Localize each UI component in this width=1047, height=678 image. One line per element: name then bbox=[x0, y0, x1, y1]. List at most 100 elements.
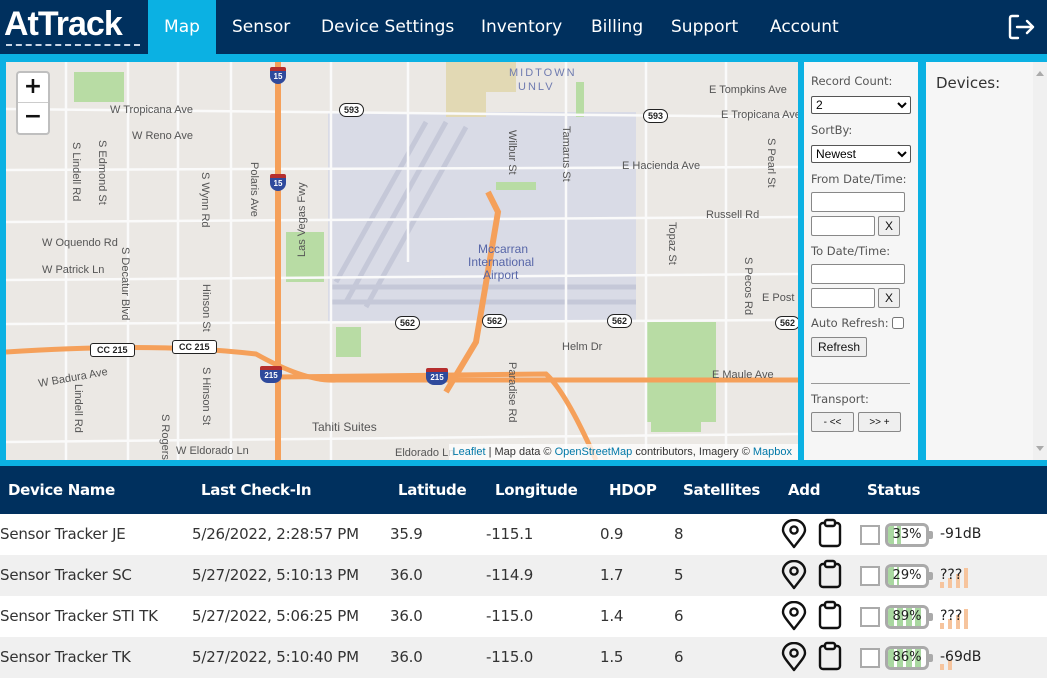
latitude: 36.0 bbox=[390, 607, 423, 625]
col-longitude[interactable]: Longitude bbox=[495, 466, 578, 514]
last-checkin: 5/27/2022, 5:10:13 PM bbox=[192, 566, 359, 584]
nav-account[interactable]: Account bbox=[754, 0, 855, 54]
battery-tip bbox=[929, 531, 933, 539]
map-label: S Pearl St bbox=[765, 138, 777, 188]
battery-level: 33% bbox=[892, 527, 922, 542]
clipboard-icon[interactable] bbox=[817, 600, 843, 630]
col-status: Status bbox=[867, 481, 921, 499]
clipboard-icon[interactable] bbox=[817, 518, 843, 548]
route-562-shield: 562 bbox=[775, 316, 798, 330]
battery-indicator: 89% bbox=[885, 605, 929, 629]
table-row[interactable]: Sensor Tracker JE 5/26/2022, 2:28:57 PM … bbox=[0, 514, 1047, 555]
mapbox-link[interactable]: Mapbox bbox=[753, 446, 792, 458]
nav-device-settings[interactable]: Device Settings bbox=[305, 0, 470, 54]
map-pin-icon[interactable] bbox=[780, 519, 808, 549]
signal-strength: -91dB bbox=[940, 526, 982, 542]
attrack-logo[interactable]: AtTrack bbox=[4, 6, 142, 48]
devices-scrollbar[interactable] bbox=[1033, 62, 1047, 460]
nav-inventory[interactable]: Inventory bbox=[465, 0, 578, 54]
auto-refresh-checkbox[interactable] bbox=[891, 317, 904, 329]
map-label: Hinson St bbox=[200, 284, 212, 332]
map-label: S Decatur Blvd bbox=[119, 247, 131, 321]
to-time-input[interactable] bbox=[811, 288, 875, 308]
logout-icon[interactable] bbox=[1007, 12, 1037, 42]
map-pin-icon[interactable] bbox=[780, 642, 808, 672]
map-label: UNLV bbox=[518, 81, 555, 93]
map-label: Polaris Ave bbox=[248, 162, 260, 217]
map-label: E Post Rd bbox=[762, 292, 798, 304]
col-satellites[interactable]: Satellites bbox=[683, 466, 760, 514]
scroll-up-arrow-icon[interactable] bbox=[1036, 71, 1044, 76]
transport-forward-button[interactable]: >> + bbox=[858, 412, 901, 432]
leaflet-link[interactable]: Leaflet bbox=[453, 446, 486, 458]
map-label: S Wynn Rd bbox=[199, 172, 211, 228]
map-label: W Patrick Ln bbox=[42, 264, 105, 276]
refresh-button[interactable]: Refresh bbox=[811, 337, 868, 357]
table-row[interactable]: Sensor Tracker STI TK 5/27/2022, 5:06:25… bbox=[0, 596, 1047, 637]
latitude: 36.0 bbox=[390, 566, 423, 584]
clipboard-icon[interactable] bbox=[817, 641, 843, 671]
satellites: 5 bbox=[674, 566, 684, 584]
map-label: S Lindell Rd bbox=[70, 142, 82, 202]
to-date-input[interactable] bbox=[811, 264, 905, 284]
select-checkbox[interactable] bbox=[860, 607, 880, 627]
satellites: 6 bbox=[674, 648, 684, 666]
map-label: E Tropicana Ave bbox=[721, 109, 798, 121]
clipboard-icon[interactable] bbox=[817, 559, 843, 589]
map-label: Tamarus St bbox=[560, 126, 572, 182]
map-label: E Hacienda Ave bbox=[622, 160, 701, 172]
col-last-checkin[interactable]: Last Check-In bbox=[201, 466, 312, 514]
col-latitude[interactable]: Latitude bbox=[398, 466, 467, 514]
map[interactable]: + − W Tropicana Ave W Reno Ave W Oquendo… bbox=[6, 62, 798, 460]
signal-strength: -69dB bbox=[940, 649, 982, 665]
from-time-input[interactable] bbox=[811, 216, 875, 236]
top-nav: AtTrack Map Sensor Device Settings Inven… bbox=[0, 0, 1047, 54]
clear-to-button[interactable]: X bbox=[878, 288, 901, 308]
map-label: W Reno Ave bbox=[132, 130, 193, 142]
battery-tip bbox=[929, 613, 933, 621]
openstreetmap-link[interactable]: OpenStreetMap bbox=[555, 446, 633, 458]
battery-indicator: 33% bbox=[885, 523, 929, 547]
scroll-down-arrow-icon[interactable] bbox=[1036, 446, 1044, 451]
sort-by-select[interactable]: Newest bbox=[811, 145, 911, 163]
latitude: 35.9 bbox=[390, 525, 423, 543]
nav-map[interactable]: Map bbox=[148, 0, 216, 54]
table-row[interactable]: Sensor Tracker SC 5/27/2022, 5:10:13 PM … bbox=[0, 555, 1047, 596]
record-count-select[interactable]: 2 bbox=[811, 96, 911, 114]
zoom-in-button[interactable]: + bbox=[18, 73, 48, 103]
satellites: 8 bbox=[674, 525, 684, 543]
battery-level: 29% bbox=[892, 568, 922, 583]
map-label: Lindell Rd bbox=[72, 384, 84, 433]
map-label: S Pecos Rd bbox=[742, 257, 754, 316]
zoom-control: + − bbox=[16, 71, 50, 135]
map-pin-icon[interactable] bbox=[780, 601, 808, 631]
map-label: Airport bbox=[483, 268, 519, 282]
signal-bar bbox=[964, 568, 968, 588]
signal-strength: ??? bbox=[940, 608, 963, 624]
from-date-input[interactable] bbox=[811, 192, 905, 212]
select-checkbox[interactable] bbox=[860, 525, 880, 545]
map-label: Topaz St bbox=[666, 222, 678, 265]
map-label: MIDTOWN bbox=[509, 67, 577, 79]
route-562-shield: 562 bbox=[607, 314, 633, 328]
longitude: -115.0 bbox=[486, 648, 534, 666]
select-checkbox[interactable] bbox=[860, 648, 880, 668]
map-pin-icon[interactable] bbox=[780, 560, 808, 590]
divider bbox=[811, 383, 910, 384]
nav-sensor[interactable]: Sensor bbox=[216, 0, 306, 54]
longitude: -115.1 bbox=[486, 525, 534, 543]
select-checkbox[interactable] bbox=[860, 566, 880, 586]
col-device-name[interactable]: Device Name bbox=[8, 466, 115, 514]
zoom-out-button[interactable]: − bbox=[18, 103, 48, 133]
nav-billing[interactable]: Billing bbox=[575, 0, 659, 54]
nav-support[interactable]: Support bbox=[655, 0, 754, 54]
last-checkin: 5/27/2022, 5:10:40 PM bbox=[192, 648, 359, 666]
battery-level: 89% bbox=[892, 609, 922, 624]
map-label: S Edmond St bbox=[96, 140, 108, 205]
transport-back-button[interactable]: - << bbox=[811, 412, 854, 432]
table-row[interactable]: Sensor Tracker TK 5/27/2022, 5:10:40 PM … bbox=[0, 637, 1047, 678]
col-hdop[interactable]: HDOP bbox=[609, 466, 657, 514]
map-label: W Oquendo Rd bbox=[42, 237, 118, 249]
route-593-shield: 593 bbox=[643, 109, 669, 123]
clear-from-button[interactable]: X bbox=[878, 216, 901, 236]
